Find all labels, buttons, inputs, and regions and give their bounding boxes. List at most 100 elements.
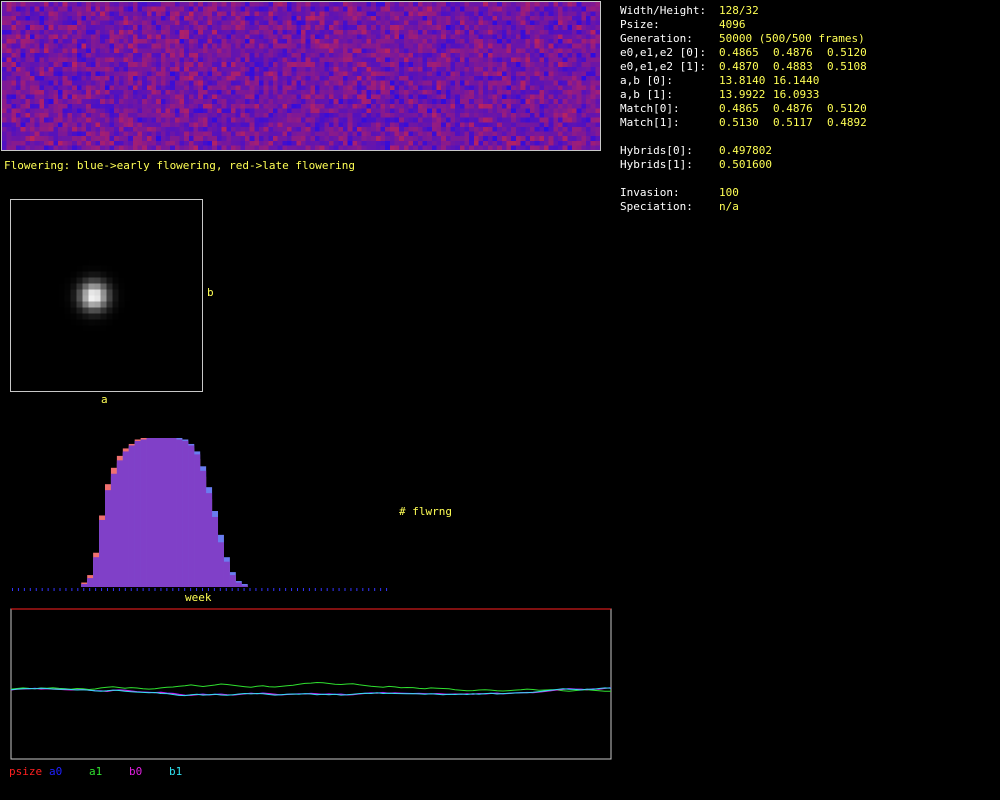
histogram-tick: [219, 588, 221, 591]
histogram-tick: [273, 588, 275, 591]
histogram-tick: [255, 588, 257, 591]
histogram-bar: [229, 575, 236, 587]
info-row: Generation: 50000 (500/500 frames): [620, 32, 990, 46]
info-row: Invasion: 100: [620, 186, 990, 200]
histogram-tick: [65, 588, 67, 591]
histogram-tick: [112, 588, 114, 591]
info-value: 0.4876: [773, 102, 813, 115]
info-value: 0.5130: [719, 116, 759, 129]
histogram-tick: [29, 588, 31, 591]
histogram-bar: [205, 493, 213, 587]
ab-heatmap-canvas: [11, 200, 202, 391]
info-row: e0,e1,e2 [1]: 0.4870 0.4883 0.5108: [620, 60, 990, 74]
histogram-bar: [164, 438, 171, 587]
info-label: a,b [1]:: [620, 88, 673, 101]
histogram-tick: [47, 588, 49, 591]
info-value: 13.9922: [719, 88, 766, 101]
histogram-bar: [235, 582, 242, 587]
histogram-tick: [160, 588, 162, 591]
info-label: e0,e1,e2 [0]:: [620, 46, 707, 59]
histogram-tick: [380, 588, 382, 591]
population-grid: [1, 1, 601, 151]
info-row: e0,e1,e2 [0]: 0.4865 0.4876 0.5120: [620, 46, 990, 60]
histogram-tick: [77, 588, 79, 591]
info-value: 0.5120: [827, 46, 867, 59]
histogram-tick: [261, 588, 263, 591]
histogram-tick: [291, 588, 293, 591]
histogram-bar: [170, 438, 177, 587]
histogram-bar: [188, 445, 195, 587]
histogram-tick: [107, 588, 108, 591]
histogram-bar: [194, 454, 201, 587]
legend-psize: psize: [9, 765, 43, 778]
histogram-tick: [386, 588, 388, 591]
flowering-caption: Flowering: blue->early flowering, red->l…: [4, 159, 355, 172]
time-series-frame: [10, 608, 612, 760]
info-value: 100: [719, 186, 739, 199]
info-row: a,b [0]: 13.8140 16.1440: [620, 74, 990, 88]
histogram-tick: [368, 588, 370, 591]
flowering-histogram: [12, 438, 388, 591]
histogram-tick: [17, 588, 19, 591]
info-label: Hybrids[1]:: [620, 158, 693, 171]
histogram-tick: [314, 588, 316, 591]
population-canvas: [2, 2, 600, 150]
histogram-bar: [134, 440, 141, 587]
info-value: 0.4865: [719, 46, 759, 59]
histogram-tick: [35, 588, 37, 591]
histogram-tick: [279, 588, 281, 591]
histogram-bar: [122, 451, 129, 587]
histogram-bar: [223, 561, 230, 587]
heatmap-x-label: a: [101, 393, 108, 406]
histogram-tick: [231, 588, 233, 591]
info-value: 4096: [719, 18, 746, 31]
histogram-tick: [148, 588, 150, 591]
info-value: 0.5117: [773, 116, 813, 129]
histogram-tick: [142, 588, 144, 591]
histogram-bar: [176, 439, 183, 587]
info-value: 0.5120: [827, 102, 867, 115]
heatmap-y-label: b: [207, 286, 214, 299]
histogram-bar: [200, 470, 207, 587]
histogram-tick: [326, 588, 328, 591]
histogram-bar: [87, 578, 94, 587]
info-label: Match[0]:: [620, 102, 680, 115]
info-row: Hybrids[0]: 0.497802: [620, 144, 990, 158]
info-label: Invasion:: [620, 186, 680, 199]
histogram-tick: [118, 588, 120, 591]
histogram-tick: [243, 588, 245, 591]
histogram-tick: [308, 588, 310, 591]
histogram-tick: [53, 588, 55, 591]
info-label: Match[1]:: [620, 116, 680, 129]
info-label: e0,e1,e2 [1]:: [620, 60, 707, 73]
histogram-tick: [130, 588, 132, 591]
histogram-bar: [116, 460, 124, 587]
histogram-tick: [332, 588, 334, 591]
histogram-tick: [59, 588, 61, 591]
histogram-bar: [110, 473, 118, 587]
histogram-tick: [249, 588, 251, 591]
histogram-tick: [267, 588, 269, 591]
histogram-tick: [166, 588, 168, 591]
histogram-tick: [71, 588, 73, 591]
histogram-tick: [83, 588, 85, 591]
histogram-tick: [23, 588, 25, 591]
series-b1-line: [10, 687, 612, 697]
info-value: 50000 (500/500 frames): [719, 32, 865, 45]
histogram-tick: [350, 588, 352, 591]
histogram-tick: [172, 588, 174, 591]
histogram-bar: [128, 445, 135, 587]
histogram-bar: [241, 585, 248, 587]
legend-b0: b0: [129, 765, 143, 778]
histogram-x-label: week: [185, 591, 212, 604]
histogram-tick: [89, 588, 91, 591]
histogram-tick: [12, 588, 13, 591]
histogram-bar: [99, 519, 106, 587]
info-row: Match[1]: 0.5130 0.5117 0.4892: [620, 116, 990, 130]
info-row: Hybrids[1]: 0.501600: [620, 158, 990, 172]
histogram-tick: [213, 588, 215, 591]
info-label: Speciation:: [620, 200, 693, 213]
info-value: 0.5108: [827, 60, 867, 73]
